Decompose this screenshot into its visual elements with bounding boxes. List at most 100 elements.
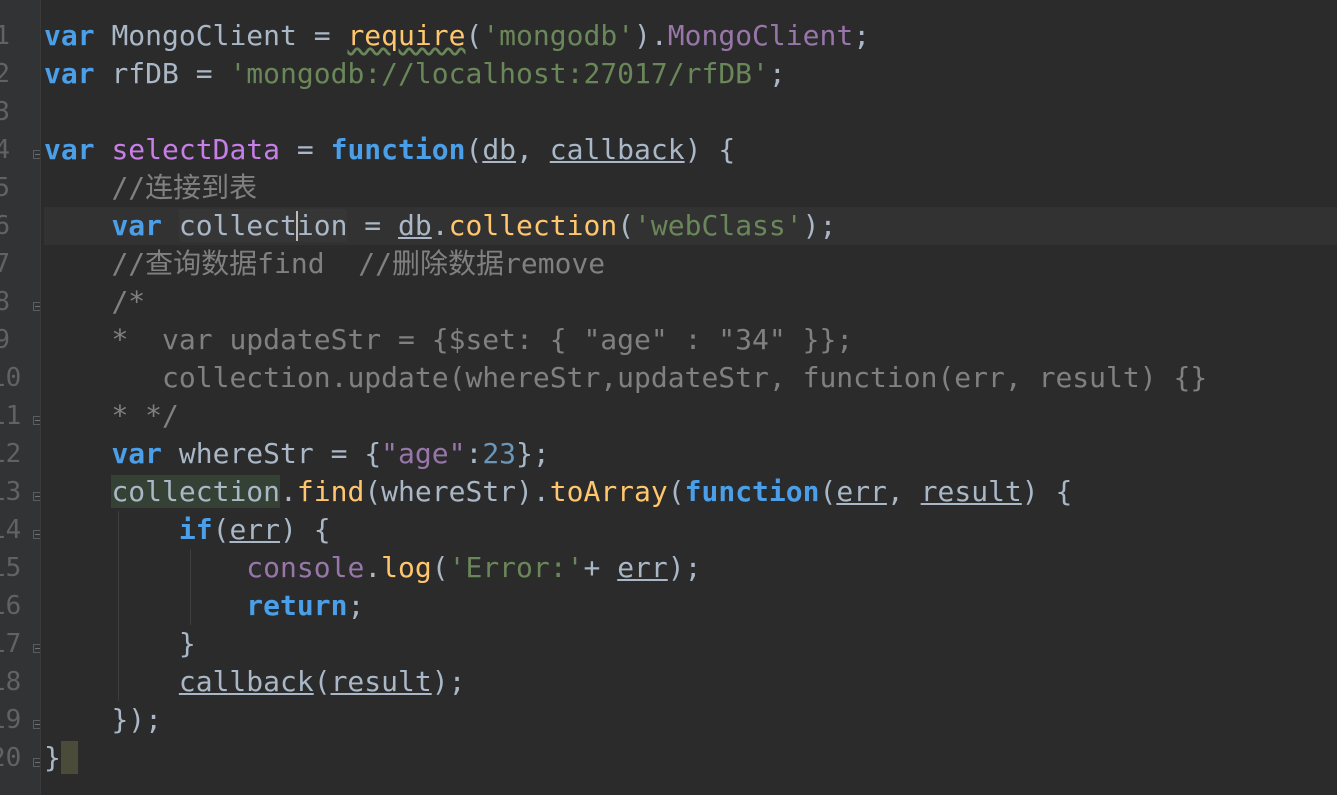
- punctuation: (: [364, 475, 382, 508]
- object-key: "age": [381, 437, 466, 470]
- line-number: 8: [0, 283, 10, 321]
- keyword: function: [684, 475, 820, 508]
- punctuation: (: [465, 19, 483, 52]
- string-literal: 'Error:': [448, 551, 584, 584]
- line-number: 17: [0, 629, 22, 659]
- punctuation: (: [617, 209, 635, 242]
- punctuation: ;: [853, 19, 871, 52]
- punctuation: });: [111, 703, 163, 736]
- keyword: if: [178, 513, 213, 546]
- fold-toggle-icon[interactable]: [33, 150, 40, 159]
- line-number: 9: [0, 321, 10, 359]
- line-number: 20: [0, 743, 22, 773]
- code-line-19: });: [44, 701, 1337, 739]
- punctuation: ): [684, 133, 702, 166]
- comment: collection.update(whereStr,updateStr, fu…: [111, 361, 1208, 394]
- punctuation: ): [802, 209, 820, 242]
- parameter: callback: [178, 665, 314, 698]
- code-area[interactable]: var MongoClient = require('mongodb').Mon…: [44, 0, 1337, 795]
- line-number: 16: [0, 591, 22, 621]
- code-line-12: var whereStr = {"age":23};: [44, 435, 1337, 473]
- punctuation: {: [296, 513, 331, 546]
- method-name: toArray: [549, 475, 668, 508]
- operator: =: [296, 19, 348, 52]
- code-line-14: if(err) {: [44, 511, 1337, 549]
- comment: /*: [111, 285, 146, 318]
- fold-toggle-icon[interactable]: [33, 302, 40, 311]
- punctuation: ;: [532, 437, 550, 470]
- punctuation: ;: [448, 665, 466, 698]
- code-line-16: return;: [44, 587, 1337, 625]
- punctuation: .: [650, 19, 668, 52]
- operator: =: [313, 437, 365, 470]
- punctuation: (: [431, 551, 449, 584]
- parameter: db: [482, 133, 517, 166]
- code-editor[interactable]: 1 2 3 4 5 6 7 8 9 10 11 12 13 14 15 16 1…: [0, 0, 1337, 795]
- punctuation: ): [667, 551, 685, 584]
- property: MongoClient: [667, 19, 854, 52]
- fold-toggle-icon[interactable]: [33, 644, 40, 653]
- fold-toggle-icon[interactable]: [33, 530, 40, 539]
- operator: +: [583, 551, 618, 584]
- fold-toggle-icon[interactable]: [33, 758, 40, 767]
- parameter: callback: [549, 133, 685, 166]
- string-literal: 'mongodb': [482, 19, 635, 52]
- operator: =: [178, 57, 230, 90]
- punctuation: ,: [516, 133, 550, 166]
- identifier: MongoClient: [111, 19, 297, 52]
- punctuation: ): [280, 513, 297, 546]
- punctuation: ;: [684, 551, 702, 584]
- punctuation: ): [431, 665, 449, 698]
- keyword: var: [111, 437, 163, 470]
- line-number: 15: [0, 553, 22, 583]
- parameter: result: [330, 665, 432, 698]
- punctuation: {: [701, 133, 736, 166]
- fold-toggle-icon[interactable]: [33, 492, 40, 501]
- code-line-10: collection.update(whereStr,updateStr, fu…: [44, 359, 1337, 397]
- code-line-8: /*: [44, 283, 1337, 321]
- punctuation: {: [364, 437, 382, 470]
- number-literal: 23: [482, 437, 517, 470]
- keyword: var: [111, 209, 163, 242]
- punctuation: ;: [768, 57, 786, 90]
- method-name: log: [381, 551, 432, 584]
- keyword: function: [330, 133, 466, 166]
- punctuation: ,: [886, 475, 921, 508]
- keyword: var: [44, 19, 95, 52]
- fold-toggle-icon[interactable]: [33, 720, 40, 729]
- code-line-1: var MongoClient = require('mongodb').Mon…: [44, 17, 1337, 55]
- line-number: 12: [0, 439, 22, 469]
- function-variable: selectData: [111, 133, 281, 166]
- punctuation: .: [280, 475, 297, 508]
- operator: =: [347, 209, 399, 242]
- line-number: 14: [0, 515, 22, 545]
- code-line-20: }: [44, 739, 1337, 777]
- comment: * */: [111, 399, 179, 432]
- punctuation: ): [634, 19, 651, 52]
- line-number: 4: [0, 131, 10, 169]
- punctuation: .: [364, 551, 382, 584]
- keyword: var: [44, 133, 95, 166]
- fold-toggle-icon[interactable]: [33, 416, 40, 425]
- punctuation: }: [44, 741, 61, 774]
- line-number: 19: [0, 705, 22, 735]
- identifier: collection: [178, 209, 348, 242]
- parameter: err: [836, 475, 887, 508]
- parameter: err: [229, 513, 281, 546]
- code-line-5: //连接到表: [44, 169, 1337, 207]
- line-number-gutter: 1 2 3 4 5 6 7 8 9 10 11 12 13 14 15 16 1…: [0, 0, 41, 795]
- parameter: result: [920, 475, 1022, 508]
- comment: * var updateStr = {$set: { "age" : "34" …: [111, 323, 854, 356]
- punctuation: {: [1038, 475, 1073, 508]
- identifier: whereStr: [381, 475, 517, 508]
- parameter: err: [617, 551, 668, 584]
- line-number: 5: [0, 169, 10, 207]
- line-number: 10: [0, 363, 22, 393]
- punctuation: (: [212, 513, 230, 546]
- punctuation: (: [465, 133, 483, 166]
- code-line-11: * */: [44, 397, 1337, 435]
- code-line-6-current: var collection = db.collection('webClass…: [44, 207, 1337, 245]
- punctuation: :: [465, 437, 483, 470]
- punctuation: .: [431, 209, 449, 242]
- keyword: var: [44, 57, 95, 90]
